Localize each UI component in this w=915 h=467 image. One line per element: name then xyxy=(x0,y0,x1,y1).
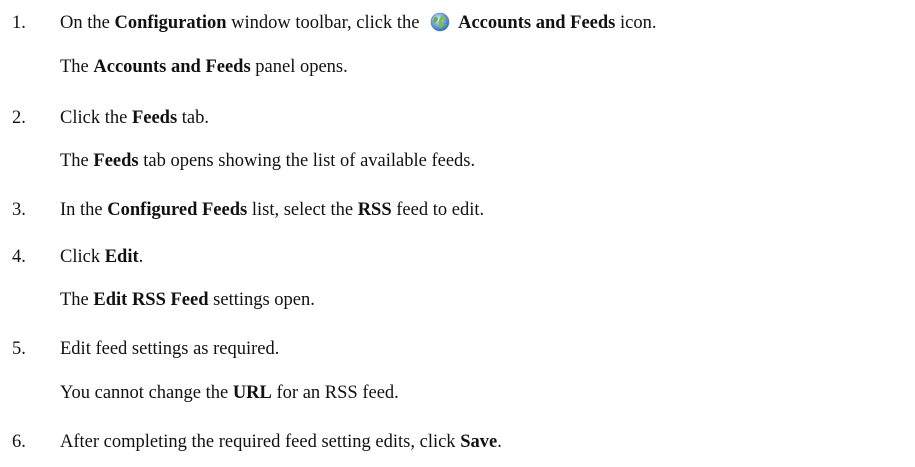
step-4-result: The Edit RSS Feed settings open. xyxy=(60,290,315,310)
accounts-and-feeds-label: Accounts and Feeds xyxy=(458,13,616,33)
step-2-instruction: Click the Feeds tab. xyxy=(60,108,210,128)
globe-icon xyxy=(430,12,450,32)
step-number: 6. xyxy=(12,432,26,452)
step-number: 4. xyxy=(12,247,26,267)
step-3-instruction: In the Configured Feeds list, select the… xyxy=(60,200,485,220)
step-5-instruction: Edit feed settings as required. xyxy=(60,339,280,359)
step-4-instruction: Click Edit. xyxy=(60,247,144,267)
step-1-result: The Accounts and Feeds panel opens. xyxy=(60,57,348,77)
feeds-tab-label: Feeds xyxy=(131,108,178,128)
step-1-instruction: On the Configuration window toolbar, cli… xyxy=(60,12,657,33)
step-2-result: The Feeds tab opens showing the list of … xyxy=(60,151,476,171)
step-number: 1. xyxy=(12,13,26,33)
save-label: Save xyxy=(460,432,498,452)
step-6-instruction: After completing the required feed setti… xyxy=(60,432,502,452)
configured-feeds-label: Configured Feeds xyxy=(107,200,248,220)
step-number: 5. xyxy=(12,339,26,359)
edit-label: Edit xyxy=(104,247,139,267)
configuration-label: Configuration xyxy=(114,13,227,33)
step-number: 3. xyxy=(12,200,26,220)
step-number: 2. xyxy=(12,108,26,128)
rss-label: RSS xyxy=(357,200,392,220)
step-5-result: You cannot change the URL for an RSS fee… xyxy=(60,383,399,403)
